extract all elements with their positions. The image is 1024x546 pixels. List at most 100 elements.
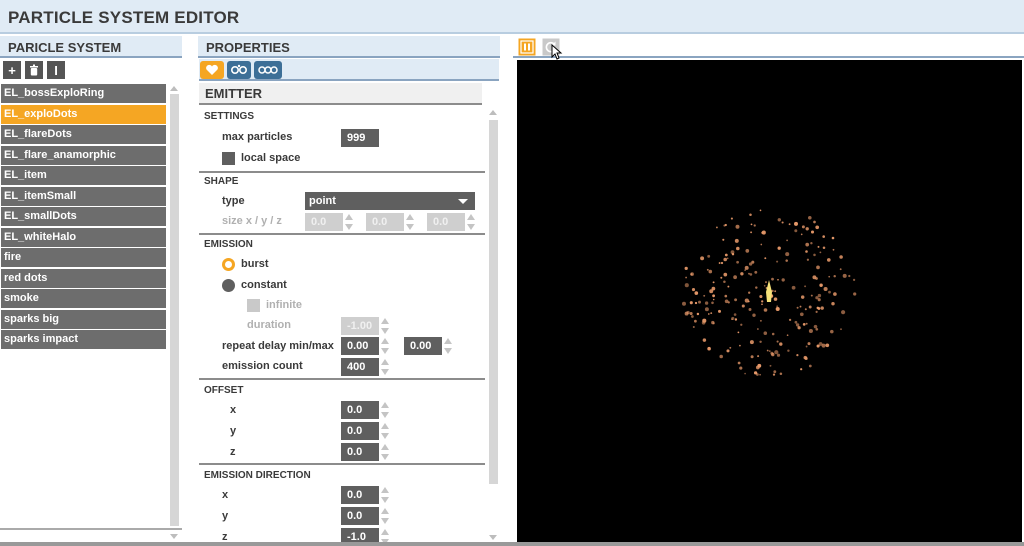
particle-system-list: EL_bossExploRing EL_exploDots EL_flareDots… <box>1 84 166 351</box>
particle <box>771 332 775 336</box>
shape-size-x-input[interactable]: 0.0 <box>305 213 343 231</box>
particle <box>831 301 835 306</box>
max-particles-input[interactable]: 999 <box>341 129 379 147</box>
delete-button[interactable] <box>25 61 43 79</box>
particle <box>760 243 763 246</box>
properties-scroll-down[interactable] <box>489 535 497 540</box>
particle <box>694 301 698 305</box>
particle <box>773 297 778 301</box>
particle-system-item[interactable]: sparks impact <box>1 330 166 349</box>
particle <box>703 294 706 297</box>
particle-system-item[interactable]: EL_bossExploRing <box>1 84 166 103</box>
tab-emitter-chain[interactable] <box>254 61 282 79</box>
repeat-delay-label: repeat delay min/max <box>222 340 334 352</box>
particle-list-scroll-down[interactable] <box>170 534 178 539</box>
particle-system-item[interactable]: EL_itemSmall <box>1 186 166 206</box>
shape-type-select[interactable]: point <box>305 192 475 210</box>
particle <box>799 312 804 317</box>
particle <box>727 301 730 304</box>
particle <box>777 218 781 222</box>
particle <box>724 253 728 257</box>
left-panel-bottom-border <box>0 528 182 530</box>
particle-system-item[interactable]: EL_flareDots <box>1 125 166 144</box>
particle <box>777 246 781 250</box>
rename-button[interactable]: I <box>47 61 65 79</box>
repeat-delay-max-spinner[interactable] <box>444 337 453 355</box>
particle-list-scrollbar[interactable] <box>170 94 179 526</box>
offset-x-spinner[interactable] <box>381 401 390 419</box>
repeat-delay-min-spinner[interactable] <box>381 337 390 355</box>
particle-preview-viewport[interactable] <box>517 60 1022 542</box>
particle-system-item[interactable]: smoke <box>1 289 166 308</box>
particle <box>817 245 820 248</box>
direction-y-input[interactable]: 0.0 <box>341 507 379 525</box>
particle-system-item[interactable]: EL_smallDots <box>1 207 166 226</box>
particle <box>813 220 816 224</box>
particle-system-item[interactable]: EL_whiteHalo <box>1 227 166 247</box>
particle <box>773 370 777 374</box>
particle <box>803 355 808 360</box>
shape-size-x-spinner[interactable] <box>345 213 354 231</box>
particle <box>815 327 819 331</box>
particle-system-item[interactable]: sparks big <box>1 309 166 329</box>
tab-heart[interactable] <box>200 61 224 79</box>
particle <box>734 318 738 321</box>
duration-spinner[interactable] <box>381 317 390 335</box>
particle <box>799 305 802 308</box>
repeat-delay-max-input[interactable]: 0.00 <box>404 337 442 355</box>
pause-button[interactable] <box>518 38 536 56</box>
offset-y-spinner[interactable] <box>381 422 390 440</box>
properties-scrollbar[interactable] <box>489 120 498 484</box>
particle <box>719 354 723 359</box>
particle <box>791 285 796 290</box>
particle <box>800 233 803 236</box>
particle <box>848 274 851 278</box>
particle <box>763 331 768 335</box>
direction-x-input[interactable]: 0.0 <box>341 486 379 504</box>
particle <box>682 301 686 306</box>
repeat-delay-min-input[interactable]: 0.00 <box>341 337 379 355</box>
add-button[interactable]: + <box>3 61 21 79</box>
infinite-checkbox[interactable] <box>247 299 260 312</box>
shape-size-y-input[interactable]: 0.0 <box>366 213 404 231</box>
particle <box>726 349 730 353</box>
tab-emitter-dots[interactable] <box>227 61 251 79</box>
particle <box>833 274 836 278</box>
emission-count-spinner[interactable] <box>381 358 390 376</box>
properties-scroll-up[interactable] <box>489 110 497 115</box>
particle <box>712 281 715 284</box>
offset-z-input[interactable]: 0.0 <box>341 443 379 461</box>
particle <box>779 372 783 376</box>
particle <box>726 257 729 260</box>
particle-system-item[interactable]: red dots <box>1 268 166 288</box>
direction-y-spinner[interactable] <box>381 507 390 525</box>
particle-system-item[interactable]: fire <box>1 248 166 267</box>
particle <box>787 349 790 352</box>
offset-z-spinner[interactable] <box>381 443 390 461</box>
particle <box>690 273 693 276</box>
particle-list-scroll-up[interactable] <box>170 86 178 91</box>
particle <box>817 293 822 298</box>
particle <box>686 310 690 315</box>
offset-y-input[interactable]: 0.0 <box>341 422 379 440</box>
particle <box>807 342 811 346</box>
shape-size-y-spinner[interactable] <box>406 213 415 231</box>
particle <box>806 258 810 261</box>
particle <box>692 325 695 329</box>
properties-content: SETTINGS max particles 999 local space S… <box>199 107 485 546</box>
shape-size-z-spinner[interactable] <box>467 213 476 231</box>
particle-system-item[interactable]: EL_exploDots <box>1 104 166 124</box>
emission-count-input[interactable]: 400 <box>341 358 379 376</box>
max-particles-label: max particles <box>222 131 293 143</box>
burst-radio[interactable] <box>222 258 235 271</box>
particle <box>810 230 815 234</box>
offset-x-input[interactable]: 0.0 <box>341 401 379 419</box>
shape-size-z-input[interactable]: 0.0 <box>427 213 465 231</box>
local-space-checkbox[interactable] <box>222 152 235 165</box>
constant-radio[interactable] <box>222 279 235 292</box>
particle-system-item[interactable]: EL_flare_anamorphic <box>1 145 166 165</box>
particle-system-item[interactable]: EL_item <box>1 166 166 185</box>
direction-x-spinner[interactable] <box>381 486 390 504</box>
particle <box>826 258 831 262</box>
duration-input[interactable]: -1.00 <box>341 317 379 335</box>
